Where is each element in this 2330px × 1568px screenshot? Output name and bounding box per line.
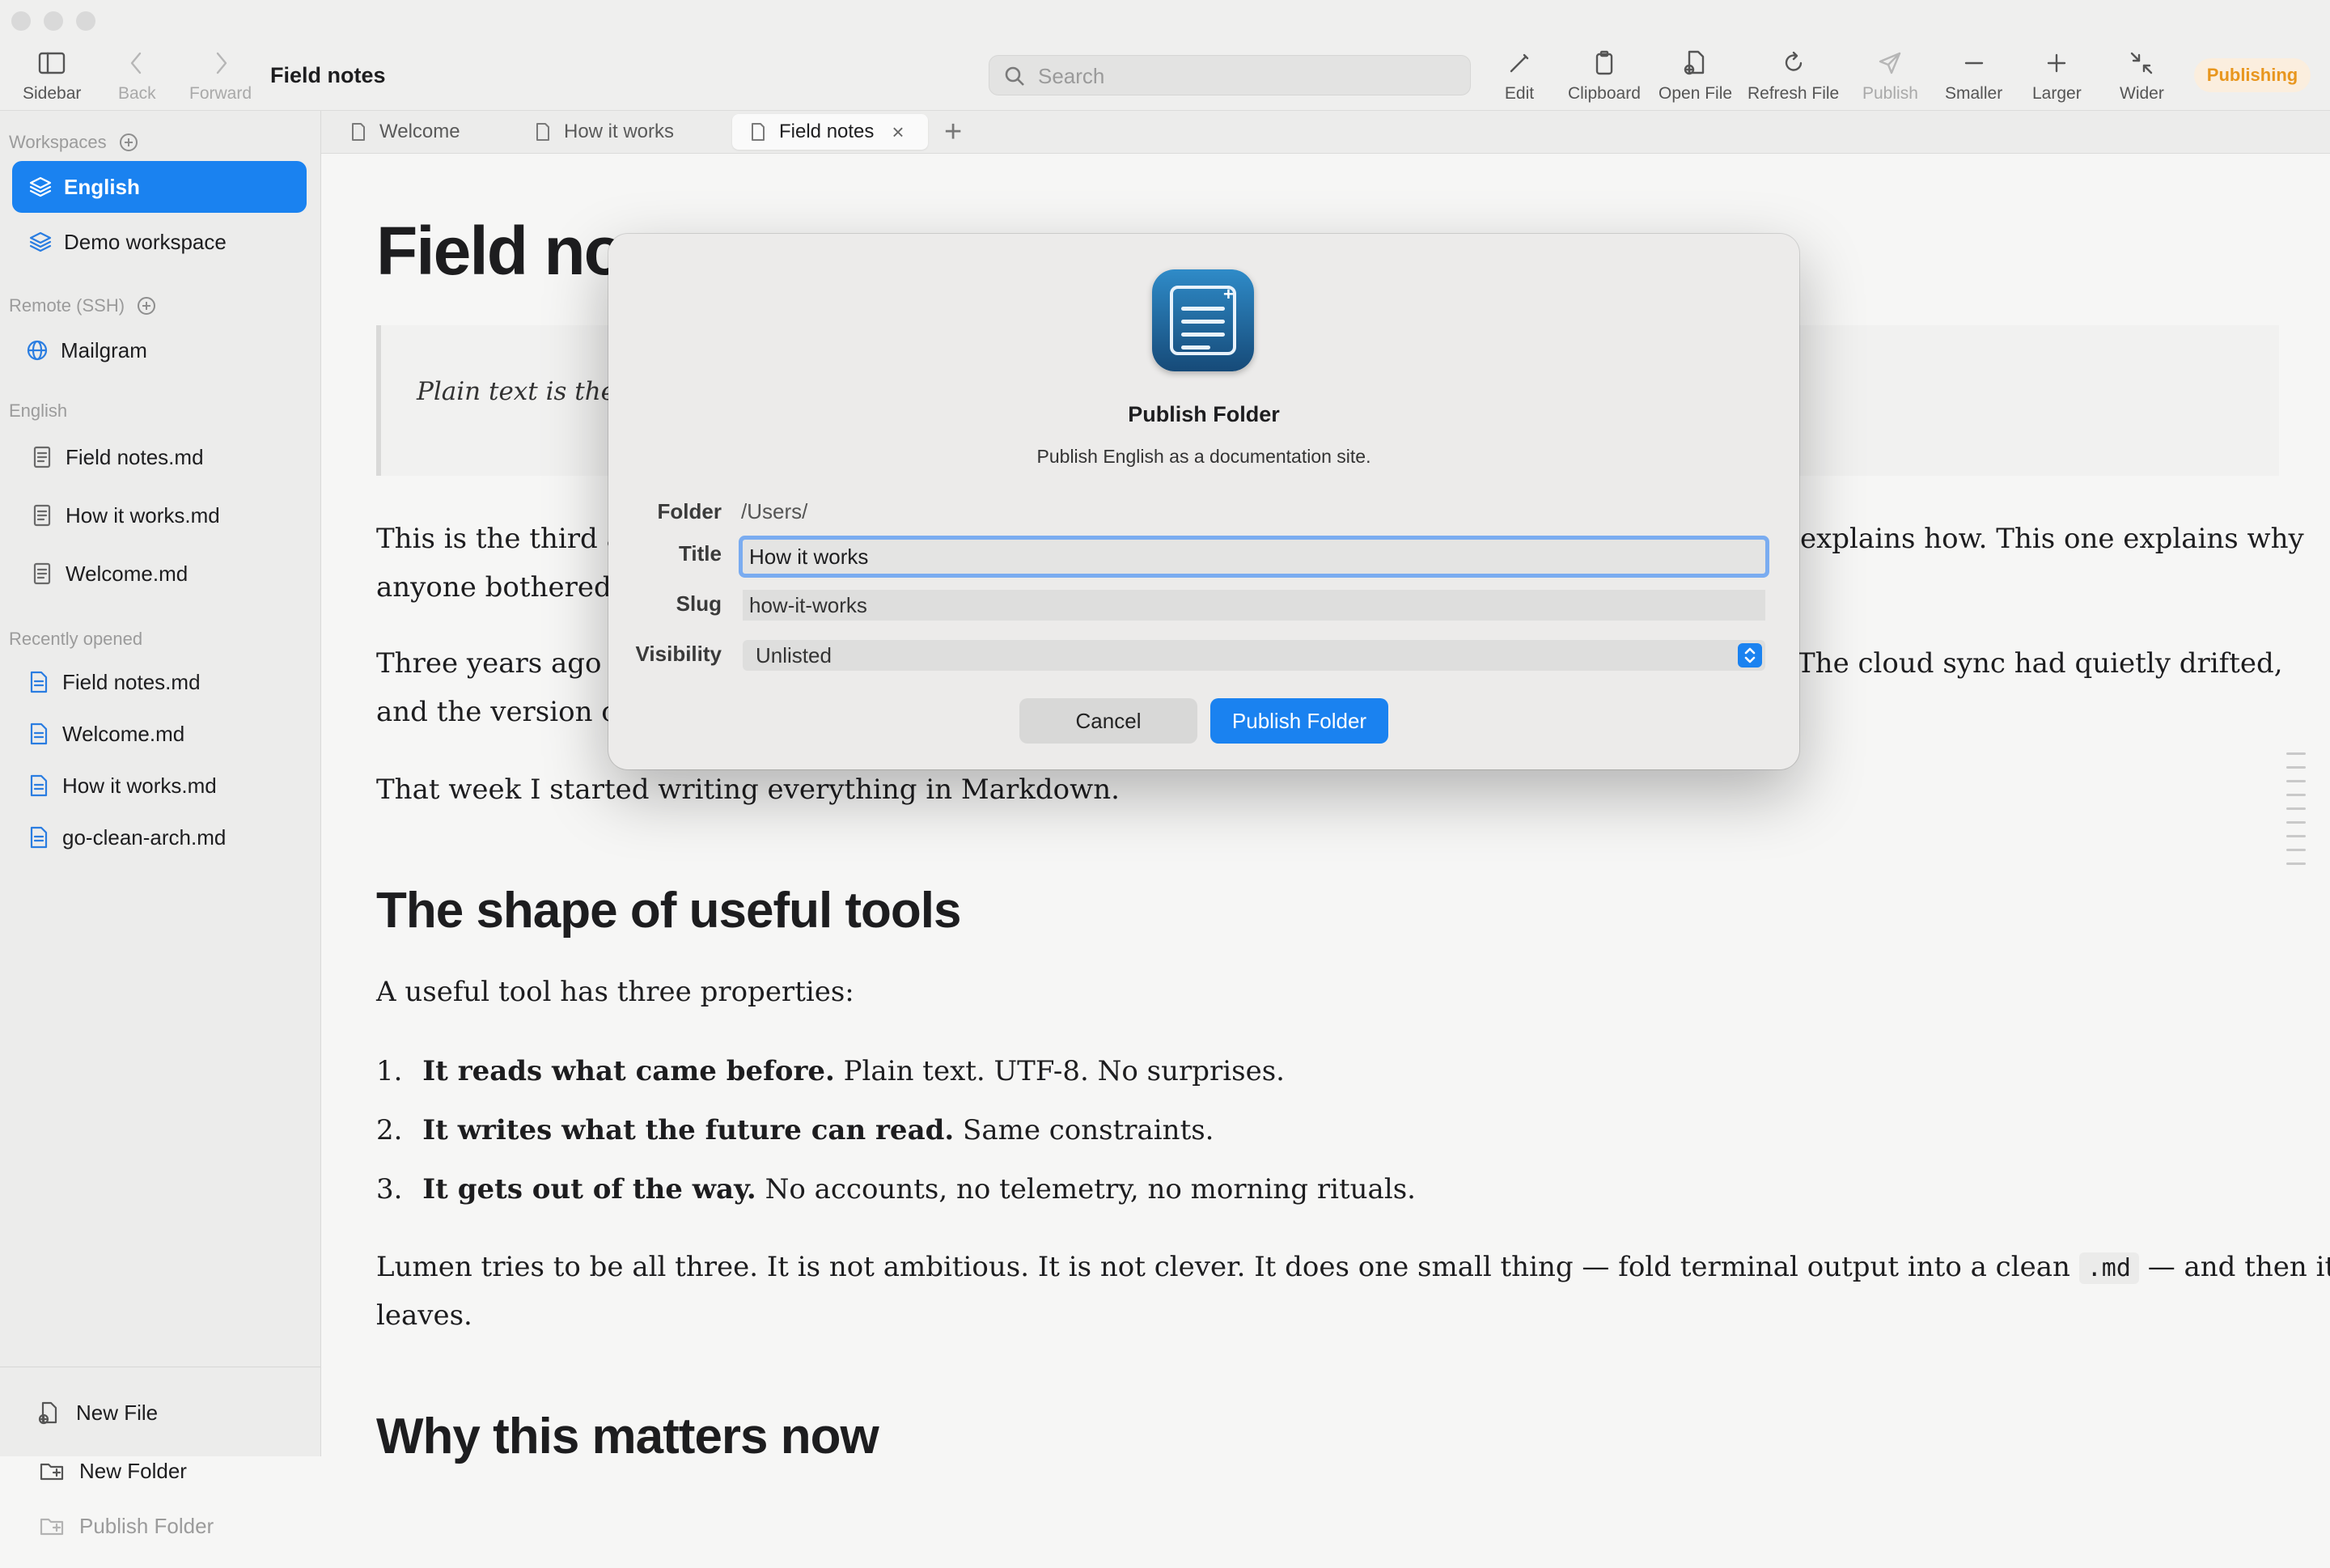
icon-line — [1181, 320, 1225, 324]
title-label: Title — [679, 541, 722, 566]
icon-line — [1181, 333, 1225, 337]
folder-label: Folder — [657, 499, 722, 523]
new-folder-button[interactable]: New Folder — [39, 1458, 187, 1484]
visibility-select[interactable]: Unlisted — [743, 640, 1765, 671]
slug-input[interactable] — [743, 590, 1765, 621]
app-icon: + — [1152, 269, 1254, 371]
sparkle-icon: + — [1223, 284, 1234, 304]
folder-value: /Users/ — [741, 499, 808, 523]
visibility-label: Visibility — [635, 642, 722, 666]
cancel-button[interactable]: Cancel — [1019, 698, 1197, 744]
chevron-up-down-icon — [1738, 643, 1762, 667]
dialog-subtitle: Publish English as a documentation site. — [1036, 446, 1371, 467]
new-folder-icon — [40, 1463, 64, 1481]
icon-line — [1181, 307, 1225, 311]
publish-folder-confirm-button[interactable]: Publish Folder — [1210, 698, 1388, 744]
title-input[interactable] — [743, 540, 1765, 574]
publish-folder-button[interactable]: Publish Folder — [39, 1513, 214, 1539]
dialog-title: Publish Folder — [1128, 402, 1280, 426]
publish-folder-icon — [40, 1518, 64, 1536]
publish-folder-dialog: + Publish Folder Publish English as a do… — [608, 234, 1799, 769]
visibility-value: Unlisted — [756, 643, 832, 667]
slug-label: Slug — [676, 591, 722, 616]
publish-folder-label: Publish Folder — [79, 1513, 214, 1538]
icon-line — [1181, 345, 1210, 350]
new-folder-label: New Folder — [79, 1458, 187, 1483]
